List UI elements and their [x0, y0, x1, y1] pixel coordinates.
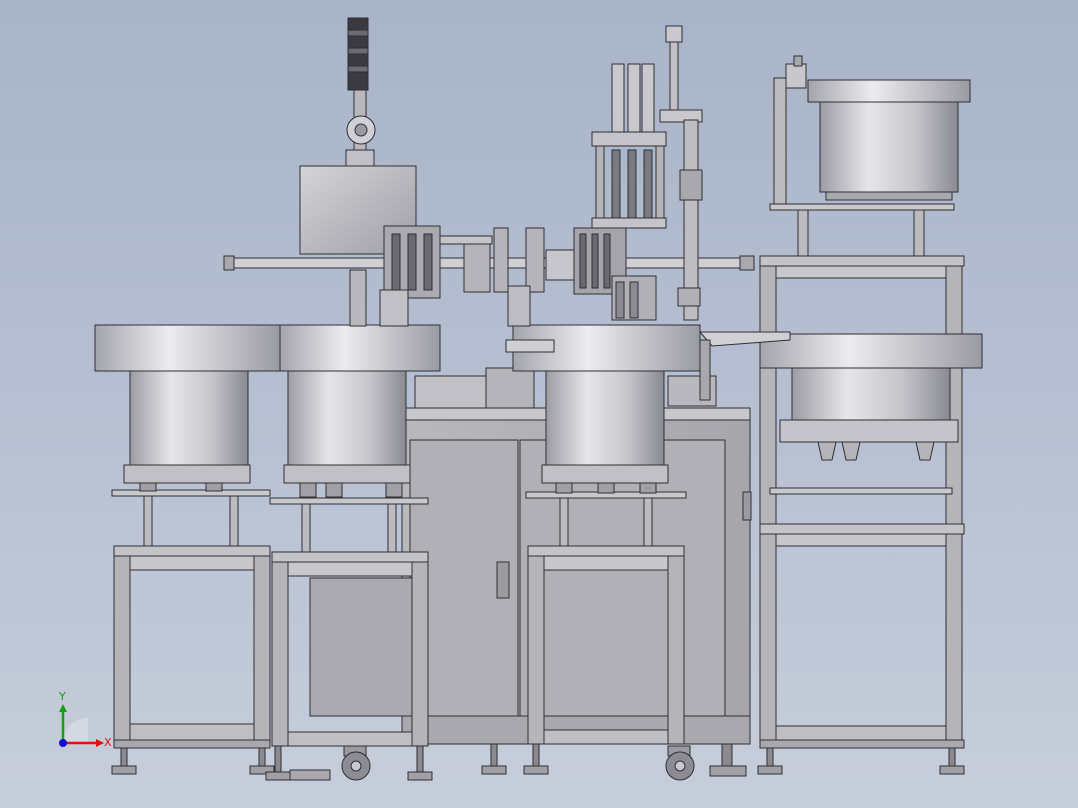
x-axis-arrowhead: [96, 739, 104, 747]
cabinet-door-handle: [496, 561, 510, 599]
x-axis-label: X: [104, 736, 112, 749]
right-frame: [759, 203, 965, 749]
machine-assembly-drawing: X Y: [58, 17, 983, 781]
cad-viewport[interactable]: X Y: [0, 0, 1078, 808]
signal-tower: [347, 17, 369, 91]
right-top-hopper: [773, 55, 971, 205]
right-lower-bowl: [759, 333, 983, 461]
left-frame: [111, 489, 271, 749]
y-axis-label: Y: [58, 690, 66, 703]
z-axis-dot: [59, 739, 67, 747]
leveling-feet: [111, 743, 965, 781]
lift-column: [659, 25, 703, 321]
coordinate-triad: X Y: [58, 690, 112, 749]
y-axis-arrowhead: [59, 704, 67, 712]
left-bowl-feeder: [94, 324, 281, 492]
